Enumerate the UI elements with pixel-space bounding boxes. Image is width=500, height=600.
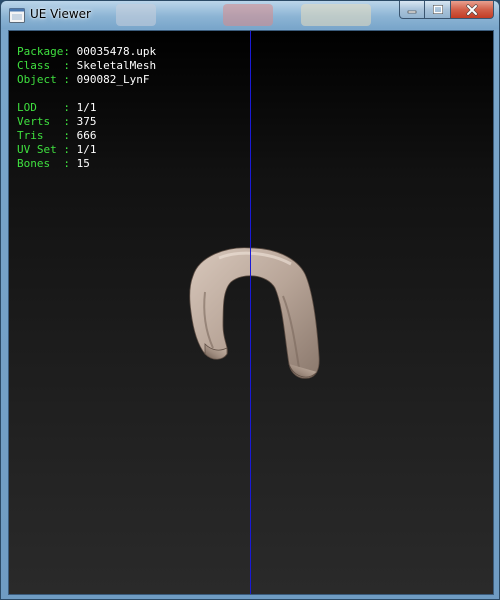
window-title: UE Viewer (30, 7, 91, 21)
scarf-body (189, 247, 320, 379)
skeletal-mesh-scarf (189, 247, 320, 379)
info-verts: Verts : 375 (17, 115, 97, 128)
background-blur (301, 4, 371, 26)
ue-viewer-icon (9, 8, 25, 23)
info-class: Class : SkeletalMesh (17, 59, 157, 72)
title-bar[interactable]: UE Viewer (1, 1, 499, 29)
minimize-icon (407, 10, 417, 13)
3d-viewport[interactable]: Package: 00035478.upk Class : SkeletalMe… (8, 30, 494, 595)
info-uvset: UV Set : 1/1 (17, 143, 97, 156)
caption-buttons (399, 1, 494, 20)
mesh-info-overlay: Package: 00035478.upk Class : SkeletalMe… (17, 45, 156, 171)
info-object: Object : 090082_LynF (17, 73, 150, 86)
info-lod: LOD : 1/1 (17, 101, 97, 114)
background-blur (116, 4, 156, 26)
maximize-icon (432, 4, 443, 14)
close-button[interactable] (451, 1, 494, 19)
background-blur (223, 4, 273, 26)
minimize-button[interactable] (399, 1, 425, 19)
axis-line (250, 31, 251, 594)
info-tris: Tris : 666 (17, 129, 97, 142)
maximize-button[interactable] (425, 1, 451, 19)
close-icon (466, 3, 478, 16)
info-package: Package: 00035478.upk (17, 45, 157, 58)
ue-viewer-window: UE Viewer Package: 00035478.upk Class: … (0, 0, 500, 600)
info-bones: Bones : 15 (17, 157, 90, 170)
